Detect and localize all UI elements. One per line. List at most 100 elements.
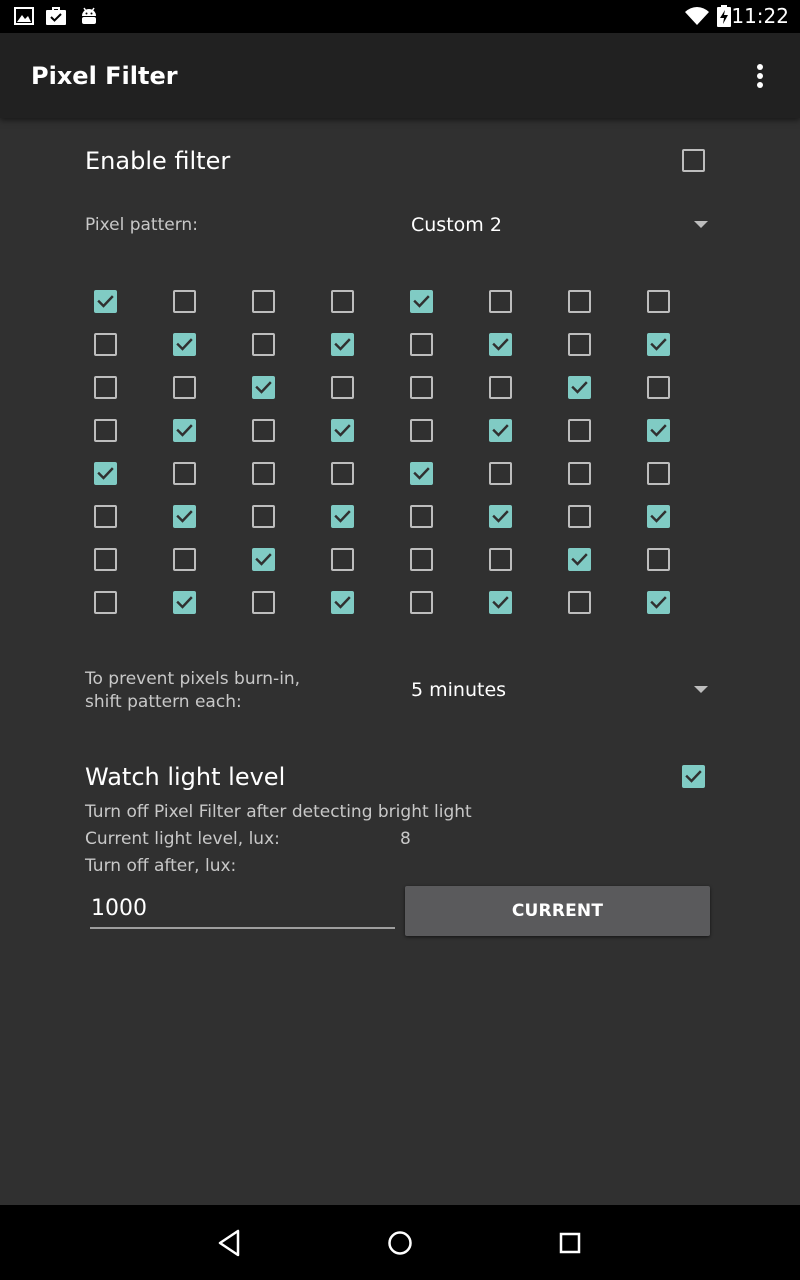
pattern-cell-checkbox[interactable] xyxy=(489,548,512,571)
pattern-cell-checkbox[interactable] xyxy=(489,462,512,485)
pattern-cell-checkbox[interactable] xyxy=(647,290,670,313)
pattern-cell-checkbox[interactable] xyxy=(252,548,275,571)
status-time: 11:22 xyxy=(731,4,789,28)
more-vert-icon[interactable] xyxy=(744,57,776,97)
pattern-cell-checkbox[interactable] xyxy=(173,548,196,571)
pattern-cell-checkbox[interactable] xyxy=(94,333,117,356)
pattern-cell-checkbox[interactable] xyxy=(331,591,354,614)
lux-threshold-input[interactable]: 1000 xyxy=(90,892,395,929)
shift-interval-spinner[interactable]: 5 minutes xyxy=(411,678,506,702)
pattern-cell-checkbox[interactable] xyxy=(489,290,512,313)
pattern-cell-checkbox[interactable] xyxy=(568,591,591,614)
pattern-cell-checkbox[interactable] xyxy=(489,376,512,399)
pattern-cell-checkbox[interactable] xyxy=(331,548,354,571)
pattern-cell-checkbox[interactable] xyxy=(173,290,196,313)
pattern-cell-checkbox[interactable] xyxy=(410,462,433,485)
pattern-cell-checkbox[interactable] xyxy=(94,462,117,485)
pattern-cell-checkbox[interactable] xyxy=(410,419,433,442)
pattern-cell-checkbox[interactable] xyxy=(489,505,512,528)
check-icon xyxy=(571,553,588,566)
pattern-cell-checkbox[interactable] xyxy=(410,505,433,528)
pattern-cell-checkbox[interactable] xyxy=(410,290,433,313)
check-icon xyxy=(492,338,509,351)
pattern-cell-checkbox[interactable] xyxy=(173,505,196,528)
pattern-grid xyxy=(94,290,694,620)
pattern-cell-checkbox[interactable] xyxy=(489,333,512,356)
pattern-cell-checkbox[interactable] xyxy=(647,376,670,399)
check-icon xyxy=(650,510,667,523)
pattern-cell-checkbox[interactable] xyxy=(331,290,354,313)
back-icon[interactable] xyxy=(212,1225,248,1261)
pattern-cell-checkbox[interactable] xyxy=(94,505,117,528)
chevron-down-icon[interactable] xyxy=(694,686,708,693)
pattern-cell-checkbox[interactable] xyxy=(568,290,591,313)
check-icon xyxy=(255,553,272,566)
pattern-cell-checkbox[interactable] xyxy=(94,376,117,399)
pattern-cell-checkbox[interactable] xyxy=(568,376,591,399)
pixel-pattern-spinner[interactable]: Custom 2 xyxy=(411,213,502,237)
pattern-cell-checkbox[interactable] xyxy=(94,419,117,442)
pattern-cell-checkbox[interactable] xyxy=(647,462,670,485)
check-icon xyxy=(571,381,588,394)
pattern-cell-checkbox[interactable] xyxy=(252,505,275,528)
check-icon xyxy=(413,467,430,480)
shift-pattern-label-line2: shift pattern each: xyxy=(85,692,242,712)
pattern-cell-checkbox[interactable] xyxy=(568,505,591,528)
pattern-cell-checkbox[interactable] xyxy=(173,376,196,399)
pattern-cell-checkbox[interactable] xyxy=(647,548,670,571)
check-icon xyxy=(176,338,193,351)
pattern-cell-checkbox[interactable] xyxy=(568,419,591,442)
pattern-cell-checkbox[interactable] xyxy=(331,505,354,528)
pattern-cell-checkbox[interactable] xyxy=(94,591,117,614)
pattern-cell-checkbox[interactable] xyxy=(331,462,354,485)
pattern-cell-checkbox[interactable] xyxy=(568,548,591,571)
wifi-icon xyxy=(685,7,709,25)
app-bar: Pixel Filter xyxy=(0,33,800,118)
check-icon xyxy=(650,424,667,437)
android-icon xyxy=(82,7,96,24)
pattern-cell-checkbox[interactable] xyxy=(489,591,512,614)
pattern-cell-checkbox[interactable] xyxy=(252,462,275,485)
pattern-cell-checkbox[interactable] xyxy=(331,333,354,356)
pattern-cell-checkbox[interactable] xyxy=(173,591,196,614)
pattern-cell-checkbox[interactable] xyxy=(568,462,591,485)
check-icon xyxy=(255,381,272,394)
pattern-cell-checkbox[interactable] xyxy=(173,462,196,485)
pattern-cell-checkbox[interactable] xyxy=(410,333,433,356)
pattern-cell-checkbox[interactable] xyxy=(331,419,354,442)
pattern-cell-checkbox[interactable] xyxy=(647,591,670,614)
pattern-cell-checkbox[interactable] xyxy=(252,290,275,313)
pattern-cell-checkbox[interactable] xyxy=(252,419,275,442)
pattern-cell-checkbox[interactable] xyxy=(647,419,670,442)
pattern-cell-checkbox[interactable] xyxy=(94,290,117,313)
check-icon xyxy=(492,596,509,609)
pattern-cell-checkbox[interactable] xyxy=(647,505,670,528)
pattern-cell-checkbox[interactable] xyxy=(173,419,196,442)
pattern-cell-checkbox[interactable] xyxy=(94,548,117,571)
pattern-cell-checkbox[interactable] xyxy=(410,376,433,399)
check-icon xyxy=(650,596,667,609)
pattern-cell-checkbox[interactable] xyxy=(647,333,670,356)
watch-light-description: Turn off Pixel Filter after detecting br… xyxy=(85,802,472,822)
app-title: Pixel Filter xyxy=(31,62,178,90)
watch-light-label: Watch light level xyxy=(85,763,286,791)
pattern-cell-checkbox[interactable] xyxy=(252,376,275,399)
pattern-cell-checkbox[interactable] xyxy=(568,333,591,356)
pattern-cell-checkbox[interactable] xyxy=(489,419,512,442)
check-icon xyxy=(334,338,351,351)
pattern-cell-checkbox[interactable] xyxy=(410,591,433,614)
check-icon xyxy=(685,770,702,783)
watch-light-checkbox[interactable] xyxy=(682,765,705,788)
check-icon xyxy=(334,596,351,609)
enable-filter-checkbox[interactable] xyxy=(682,149,705,172)
pattern-cell-checkbox[interactable] xyxy=(410,548,433,571)
check-icon xyxy=(334,424,351,437)
home-icon[interactable] xyxy=(382,1225,418,1261)
pattern-cell-checkbox[interactable] xyxy=(331,376,354,399)
chevron-down-icon[interactable] xyxy=(694,221,708,228)
recents-icon[interactable] xyxy=(552,1225,588,1261)
pattern-cell-checkbox[interactable] xyxy=(252,591,275,614)
pattern-cell-checkbox[interactable] xyxy=(173,333,196,356)
pattern-cell-checkbox[interactable] xyxy=(252,333,275,356)
current-button[interactable]: CURRENT xyxy=(405,886,710,936)
